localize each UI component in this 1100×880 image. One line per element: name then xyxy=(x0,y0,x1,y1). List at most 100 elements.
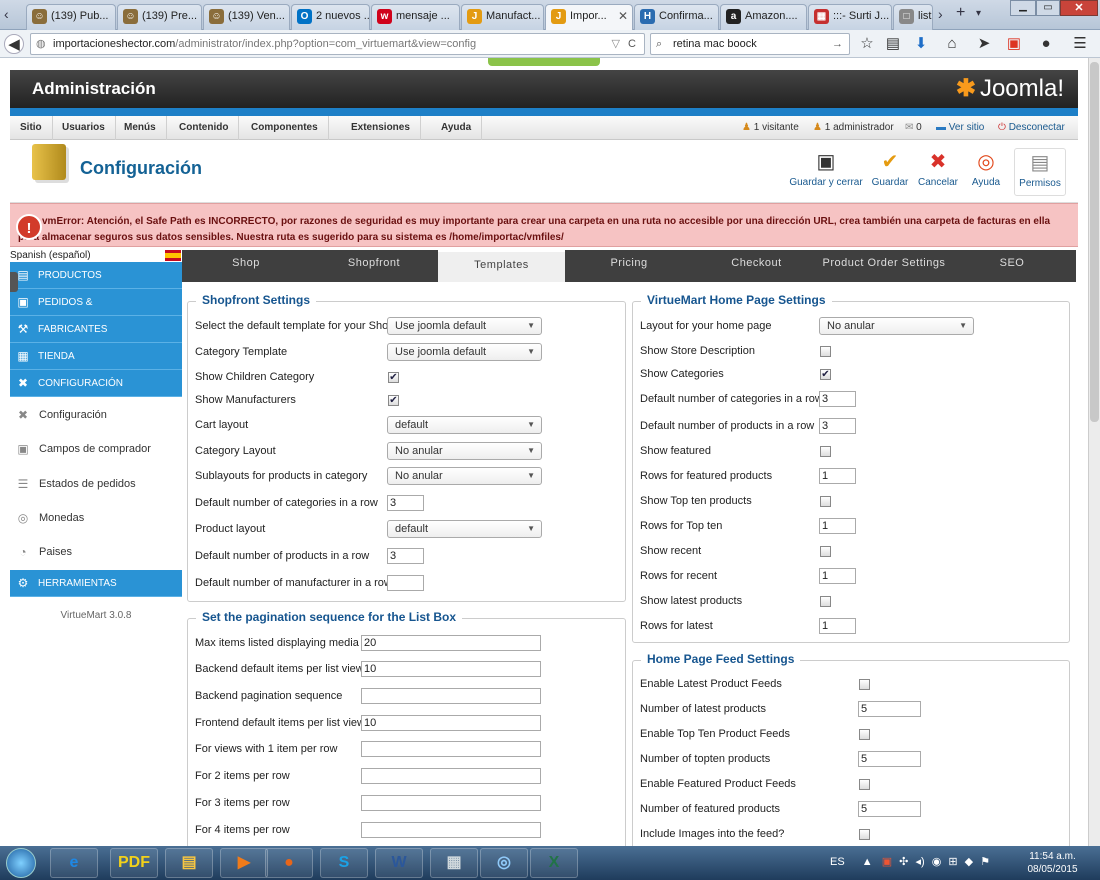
network-icon[interactable]: ⊞ xyxy=(948,856,957,868)
tray-app-icon[interactable]: ◉ xyxy=(932,856,942,868)
tab-checkout[interactable]: Checkout xyxy=(693,250,820,282)
include-images-into-the-feed-checkbox[interactable] xyxy=(859,829,870,840)
start-button[interactable] xyxy=(6,848,36,878)
browser-tab[interactable]: H Confirma... xyxy=(634,4,719,30)
sublayouts-for-products-in-category-select[interactable]: No anular ▼ xyxy=(387,467,542,485)
default-number-of-products-in-a-row-input[interactable]: 3 xyxy=(819,418,856,434)
layout-for-your-home-page-select[interactable]: No anular ▼ xyxy=(819,317,974,335)
sidebar-item-configuracion[interactable]: ✖ Configuración xyxy=(10,398,182,432)
max-items-listed-displaying-media-input[interactable]: 20 xyxy=(361,635,541,651)
cancelar-button[interactable]: ✖ Cancelar xyxy=(916,148,960,196)
menu-icon[interactable]: ☰ xyxy=(1070,34,1090,54)
show-latest-products-checkbox[interactable] xyxy=(820,596,831,607)
backend-pagination-sequence-input[interactable] xyxy=(361,688,541,704)
cart-layout-select[interactable]: default ▼ xyxy=(387,416,542,434)
maximize-button[interactable]: ▭ xyxy=(1036,0,1060,16)
for-views-with-1-item-per-row-input[interactable] xyxy=(361,741,541,757)
menu-contenido[interactable]: Contenido xyxy=(169,116,240,140)
app-icon[interactable]: ◎ xyxy=(480,848,528,878)
sidebar-section-fabricantes[interactable]: ⚒ FABRICANTES xyxy=(10,316,182,343)
show-recent-checkbox[interactable] xyxy=(820,546,831,557)
page-scrollbar[interactable] xyxy=(1088,58,1100,846)
notification-icon[interactable]: ◆ xyxy=(965,856,973,868)
for-2-items-per-row-input[interactable] xyxy=(361,768,541,784)
sidebar-collapse-handle[interactable] xyxy=(10,272,18,292)
menu-extensiones[interactable]: Extensiones xyxy=(341,116,421,140)
browser-tab[interactable]: ▦:::- Surti J... xyxy=(808,4,892,30)
sidebar-section-productos[interactable]: ▤ PRODUCTOS xyxy=(10,262,182,289)
sidebar-item-campos-de-comprador[interactable]: ▣ Campos de comprador xyxy=(10,432,182,467)
rows-for-top-ten-input[interactable]: 1 xyxy=(819,518,856,534)
tab-pricing[interactable]: Pricing xyxy=(565,250,693,282)
close-window-button[interactable]: ✕ xyxy=(1060,0,1098,16)
tab-shop[interactable]: Shop xyxy=(182,250,310,282)
logout-link[interactable]: ⏻ Desconectar xyxy=(998,116,1065,140)
product-layout-select[interactable]: default ▼ xyxy=(387,520,542,538)
tab-seo[interactable]: SEO xyxy=(948,250,1076,282)
tab-close-icon[interactable]: ✕ xyxy=(618,5,628,27)
url-dropdown-icon[interactable]: ▽ xyxy=(612,34,620,54)
sidebar-item-paises[interactable]: ◔ Paises xyxy=(10,535,182,570)
calculator-icon[interactable]: ▦ xyxy=(430,848,478,878)
default-number-of-products-in-a-row-input[interactable]: 3 xyxy=(387,548,424,564)
input-language[interactable]: ES xyxy=(830,856,845,868)
browser-tab[interactable]: a Amazon.... xyxy=(720,4,807,30)
enable-featured-product-feeds-checkbox[interactable] xyxy=(859,779,870,790)
messages-status[interactable]: ✉ 0 xyxy=(905,116,922,140)
sidebar-item-monedas[interactable]: ◎ Monedas xyxy=(10,500,182,535)
explorer-icon[interactable]: ▤ xyxy=(165,848,213,878)
show-categories-checkbox[interactable]: ✔ xyxy=(820,369,831,380)
rows-for-featured-products-input[interactable]: 1 xyxy=(819,468,856,484)
home-icon[interactable]: ⌂ xyxy=(942,34,962,54)
number-of-latest-products-input[interactable]: 5 xyxy=(858,701,921,717)
send-icon[interactable]: ➤ xyxy=(974,34,994,54)
menu-ayuda[interactable]: Ayuda xyxy=(431,116,483,140)
browser-tab[interactable]: ☺ (139) Pre... xyxy=(117,4,202,30)
scrollbar-thumb[interactable] xyxy=(1090,62,1099,422)
enable-top-ten-product-feeds-checkbox[interactable] xyxy=(859,729,870,740)
excel-icon[interactable]: X xyxy=(530,848,578,878)
addon-icon[interactable]: ▣ xyxy=(1004,34,1024,54)
search-go-icon[interactable]: → xyxy=(832,34,843,54)
default-number-of-categories-in-a-row-input[interactable]: 3 xyxy=(387,495,424,511)
downloads-icon[interactable]: ⬇ xyxy=(911,34,931,54)
tabs-scroll-left-icon[interactable]: ‹ xyxy=(4,6,9,22)
tab-list-dropdown-icon[interactable]: ▾ xyxy=(976,8,981,19)
enable-latest-product-feeds-checkbox[interactable] xyxy=(859,679,870,690)
tray-expand-icon[interactable]: ▲ xyxy=(862,856,873,868)
guardar-button[interactable]: ✔ Guardar xyxy=(870,148,910,196)
default-number-of-categories-in-a-row-input[interactable]: 3 xyxy=(819,391,856,407)
browser-tab[interactable]: ☺ (139) Ven... xyxy=(203,4,290,30)
for-4-items-per-row-input[interactable] xyxy=(361,822,541,838)
menu-usuarios[interactable]: Usuarios xyxy=(52,116,116,140)
bookmark-star-icon[interactable]: ☆ xyxy=(857,34,877,54)
menu-componentes[interactable]: Componentes xyxy=(241,116,329,140)
sidebar-section-configuracion[interactable]: ✖ CONFIGURACIÓN xyxy=(10,370,182,397)
media-player-icon[interactable]: ▶ xyxy=(220,848,268,878)
number-of-topten-products-input[interactable]: 5 xyxy=(858,751,921,767)
sidebar-section-tienda[interactable]: ▦ TIENDA xyxy=(10,343,182,370)
browser-tab[interactable]: ☺ (139) Pub... xyxy=(26,4,116,30)
category-layout-select[interactable]: No anular ▼ xyxy=(387,442,542,460)
back-button[interactable]: ◀ xyxy=(4,34,24,54)
browser-tab[interactable]: J Impor... ✕ xyxy=(545,4,633,31)
number-of-featured-products-input[interactable]: 5 xyxy=(858,801,921,817)
show-featured-checkbox[interactable] xyxy=(820,446,831,457)
view-site-link[interactable]: ▬ Ver sitio xyxy=(936,116,984,140)
pdf-cad-icon[interactable]: PDF xyxy=(110,848,158,878)
joomla-logo[interactable]: ✱ Joomla! xyxy=(956,74,1068,103)
security-icon[interactable]: ▣ xyxy=(882,856,892,868)
new-tab-button[interactable]: + xyxy=(956,4,965,22)
rows-for-latest-input[interactable]: 1 xyxy=(819,618,856,634)
flag-icon[interactable]: ⚑ xyxy=(980,856,990,868)
admins-status[interactable]: ♟ 1 administrador xyxy=(813,116,894,140)
tab-product-order-settings[interactable]: Product Order Settings xyxy=(820,250,948,282)
ayuda-button[interactable]: ◎ Ayuda xyxy=(968,148,1004,196)
sidebar-section-pedidos[interactable]: ▣ PEDIDOS & xyxy=(10,289,182,316)
firefox-icon[interactable]: ● xyxy=(265,848,313,878)
sidebar-item-estados-de-pedidos[interactable]: ☰ Estados de pedidos xyxy=(10,466,182,501)
default-number-of-manufacturer-in-a-row-input[interactable] xyxy=(387,575,424,591)
tab-shopfront[interactable]: Shopfront xyxy=(310,250,438,282)
tab-templates[interactable]: Templates xyxy=(438,250,565,282)
backend-default-items-per-list-view-input[interactable]: 10 xyxy=(361,661,541,677)
